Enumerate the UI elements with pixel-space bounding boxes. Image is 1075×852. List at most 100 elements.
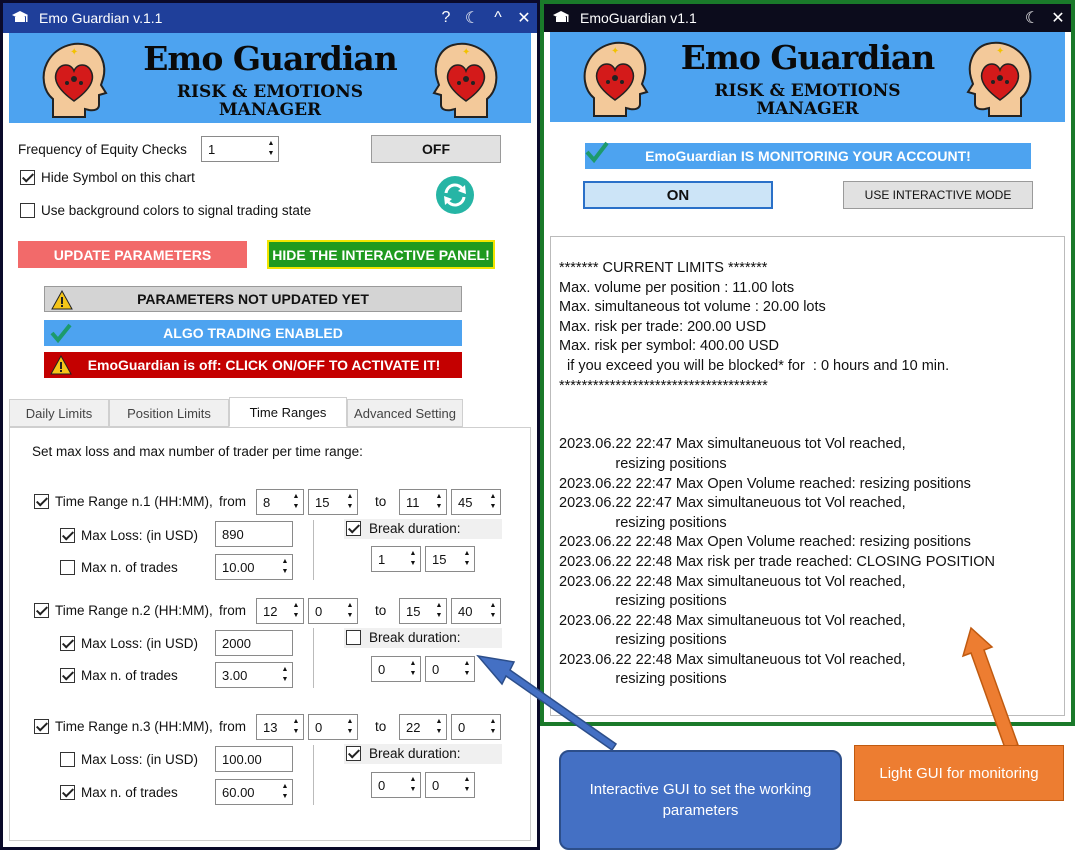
params-status-text: PARAMETERS NOT UPDATED YET — [137, 291, 369, 307]
use-interactive-mode-button[interactable]: USE INTERACTIVE MODE — [843, 181, 1033, 209]
off-button[interactable]: OFF — [371, 135, 501, 163]
log-output: ******* CURRENT LIMITS ******* Max. volum… — [550, 236, 1065, 716]
spinner-arrows-icon[interactable]: ▲ ▼ — [408, 659, 418, 679]
refresh-icon[interactable] — [435, 175, 475, 215]
on-button[interactable]: ON — [583, 181, 773, 209]
range2-to-hour[interactable]: 15 ▲ ▼ — [399, 598, 447, 624]
range1-break-hour[interactable]: 1 ▲ ▼ — [371, 546, 421, 572]
spinner-arrows-icon[interactable]: ▲ ▼ — [291, 717, 301, 737]
tab-time-ranges[interactable]: Time Ranges — [229, 397, 347, 427]
range1-to-minute-value: 45 — [458, 495, 473, 510]
off-status-text: EmoGuardian is off: CLICK ON/OFF TO ACTI… — [87, 357, 441, 373]
algo-status-bar: ALGO TRADING ENABLED — [44, 320, 462, 346]
frequency-spinner[interactable]: 1 ▲ ▼ — [201, 136, 279, 162]
range1-max-loss-input[interactable]: 890 — [215, 521, 293, 547]
spinner-arrows-icon[interactable]: ▲ ▼ — [291, 492, 301, 512]
break-duration-label: Break duration: — [369, 630, 461, 645]
spinner-arrows-icon[interactable]: ▲ ▼ — [345, 492, 355, 512]
range3-break-minute[interactable]: 0 ▲ ▼ — [425, 772, 475, 798]
left-window-title: Emo Guardian v.1.1 — [39, 10, 163, 26]
spinner-arrows-icon[interactable]: ▲ ▼ — [345, 717, 355, 737]
range3-max-loss-input[interactable]: 100.00 — [215, 746, 293, 772]
range2-max-trades-checkbox[interactable] — [60, 668, 75, 683]
range1-max-loss-checkbox[interactable] — [60, 528, 75, 543]
log-line: Max. volume per position : 11.00 lots — [559, 279, 795, 296]
range1-from-minute[interactable]: 15 ▲ ▼ — [308, 489, 358, 515]
log-line: resizing positions — [559, 632, 727, 649]
close-icon[interactable]: ✕ — [1045, 8, 1071, 28]
spinner-arrows-icon[interactable]: ▲ ▼ — [434, 717, 444, 737]
spinner-arrows-icon[interactable]: ▲ ▼ — [462, 659, 472, 679]
range3-to-minute-value: 0 — [458, 720, 466, 735]
range2-break-hour[interactable]: 0 ▲ ▼ — [371, 656, 421, 682]
moon-icon[interactable]: ☾ — [1019, 8, 1045, 28]
range3-max-trades-checkbox[interactable] — [60, 785, 75, 800]
spinner-arrows-icon[interactable]: ▲ ▼ — [462, 775, 472, 795]
spinner-arrows-icon[interactable]: ▲ ▼ — [266, 139, 276, 159]
range2-max-loss-input[interactable]: 2000 — [215, 630, 293, 656]
spinner-arrows-icon[interactable]: ▲ ▼ — [488, 601, 498, 621]
range3-from-minute[interactable]: 0 ▲ ▼ — [308, 714, 358, 740]
range3-max-loss-checkbox[interactable] — [60, 752, 75, 767]
spinner-arrows-icon[interactable]: ▲ ▼ — [434, 492, 444, 512]
range3-break-checkbox[interactable] — [346, 746, 361, 761]
range3-max-trades-spinner[interactable]: 60.00 ▲ ▼ — [215, 779, 293, 805]
range1-to-minute[interactable]: 45 ▲ ▼ — [451, 489, 501, 515]
hide-symbol-checkbox[interactable] — [20, 170, 35, 185]
left-title-bar[interactable]: Emo Guardian v.1.1 ? ☾ ^ ✕ — [3, 3, 537, 33]
spinner-arrows-icon[interactable]: ▲ ▼ — [408, 549, 418, 569]
spinner-arrows-icon[interactable]: ▲ ▼ — [280, 665, 290, 685]
range2-from-minute[interactable]: 0 ▲ ▼ — [308, 598, 358, 624]
range1-break-checkbox[interactable] — [346, 521, 361, 536]
range2-from-hour[interactable]: 12 ▲ ▼ — [256, 598, 304, 624]
range1-from-hour[interactable]: 8 ▲ ▼ — [256, 489, 304, 515]
range2-break-minute[interactable]: 0 ▲ ▼ — [425, 656, 475, 682]
range2-enable-checkbox[interactable] — [34, 603, 49, 618]
range3-to-minute[interactable]: 0 ▲ ▼ — [451, 714, 501, 740]
hide-panel-button[interactable]: HIDE THE INTERACTIVE PANEL! — [267, 240, 495, 269]
frequency-value: 1 — [208, 142, 216, 157]
range3-to-hour[interactable]: 22 ▲ ▼ — [399, 714, 447, 740]
help-icon[interactable]: ? — [433, 9, 459, 27]
chevron-up-icon[interactable]: ^ — [485, 9, 511, 27]
spinner-arrows-icon[interactable]: ▲ ▼ — [291, 601, 301, 621]
spinner-arrows-icon[interactable]: ▲ ▼ — [488, 492, 498, 512]
tab-daily-limits[interactable]: Daily Limits — [9, 399, 109, 427]
range1-enable-checkbox[interactable] — [34, 494, 49, 509]
range3-break-hour[interactable]: 0 ▲ ▼ — [371, 772, 421, 798]
spinner-arrows-icon[interactable]: ▲ ▼ — [462, 549, 472, 569]
range1-max-trades-checkbox[interactable] — [60, 560, 75, 575]
range3-enable-checkbox[interactable] — [34, 719, 49, 734]
bg-colors-checkbox[interactable] — [20, 203, 35, 218]
range2-break-checkbox[interactable] — [346, 630, 361, 645]
moon-icon[interactable]: ☾ — [459, 8, 485, 28]
close-icon[interactable]: ✕ — [511, 8, 537, 28]
tab-position-limits[interactable]: Position Limits — [109, 399, 229, 427]
spinner-arrows-icon[interactable]: ▲ ▼ — [280, 782, 290, 802]
spinner-arrows-icon[interactable]: ▲ ▼ — [408, 775, 418, 795]
max-loss-label: Max Loss: (in USD) — [81, 752, 199, 767]
graduation-cap-icon — [553, 11, 569, 22]
right-title-bar[interactable]: EmoGuardian v1.1 ☾ ✕ — [544, 4, 1071, 32]
algo-status-text: ALGO TRADING ENABLED — [163, 325, 343, 341]
range2-max-trades-spinner[interactable]: 3.00 ▲ ▼ — [215, 662, 293, 688]
spinner-arrows-icon[interactable]: ▲ ▼ — [434, 601, 444, 621]
tab-advanced-setting[interactable]: Advanced Setting — [347, 399, 463, 427]
head-heart-logo-icon: ✦ — [966, 41, 1032, 117]
spinner-arrows-icon[interactable]: ▲ ▼ — [345, 601, 355, 621]
range3-from-hour[interactable]: 13 ▲ ▼ — [256, 714, 304, 740]
range2-to-minute[interactable]: 40 ▲ ▼ — [451, 598, 501, 624]
range1-to-hour[interactable]: 11 ▲ ▼ — [399, 489, 447, 515]
range2-max-loss-value: 2000 — [222, 636, 251, 651]
log-line: 2023.06.22 22:48 Max simultaneuous tot V… — [559, 612, 906, 629]
interactive-window: Emo Guardian v.1.1 ? ☾ ^ ✕ ✦ Emo Guardia… — [0, 0, 540, 850]
range3-from-hour-value: 13 — [263, 720, 278, 735]
spinner-arrows-icon[interactable]: ▲ ▼ — [488, 717, 498, 737]
bg-colors-label: Use background colors to signal trading … — [41, 203, 312, 218]
range2-max-loss-checkbox[interactable] — [60, 636, 75, 651]
range1-max-trades-spinner[interactable]: 10.00 ▲ ▼ — [215, 554, 293, 580]
update-parameters-button[interactable]: UPDATE PARAMETERS — [18, 241, 247, 268]
monitoring-status-bar: EmoGuardian IS MONITORING YOUR ACCOUNT! — [585, 141, 1031, 169]
range1-break-minute[interactable]: 15 ▲ ▼ — [425, 546, 475, 572]
spinner-arrows-icon[interactable]: ▲ ▼ — [280, 557, 290, 577]
